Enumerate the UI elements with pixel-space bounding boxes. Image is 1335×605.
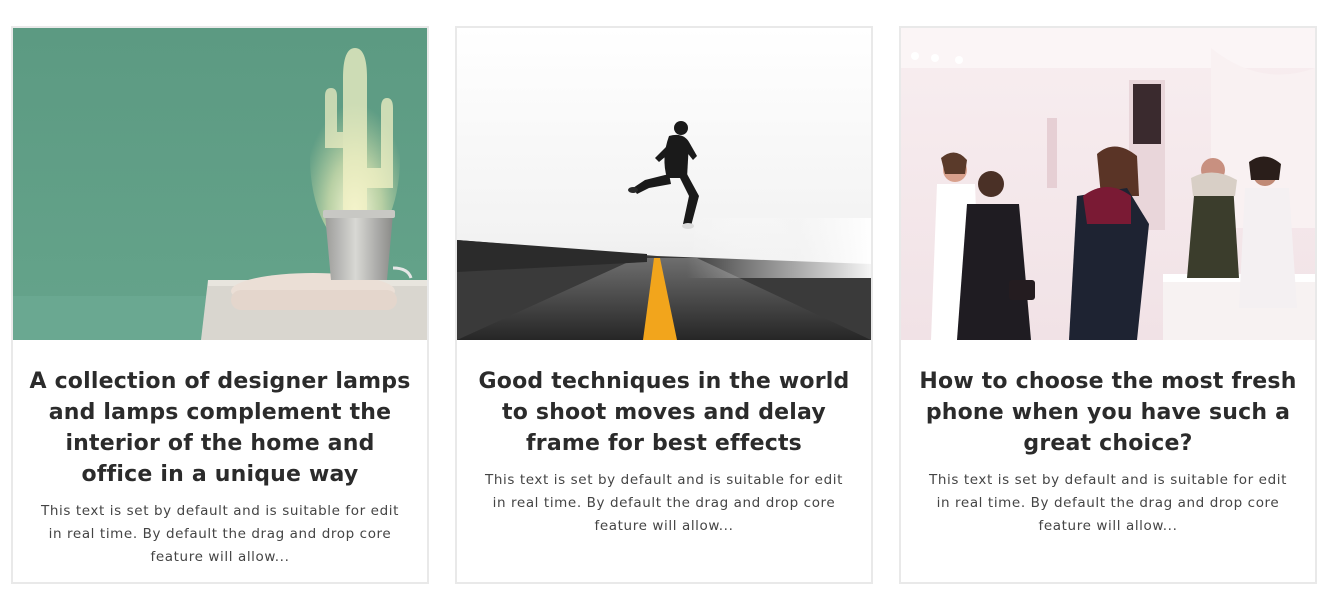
cactus-lamp-illustration	[13, 28, 427, 340]
blog-card[interactable]: How to choose the most fresh phone when …	[899, 26, 1317, 584]
blog-card-grid: A collection of designer lamps and lamps…	[0, 0, 1335, 605]
card-excerpt: This text is set by default and is suita…	[40, 503, 399, 565]
jumping-man-illustration	[457, 28, 871, 340]
card-body: How to choose the most fresh phone when …	[901, 340, 1315, 538]
card-title[interactable]: Good techniques in the world to shoot mo…	[471, 366, 857, 459]
blog-card[interactable]: Good techniques in the world to shoot mo…	[455, 26, 873, 584]
beauty-store-image[interactable]	[901, 28, 1315, 340]
card-excerpt: This text is set by default and is suita…	[928, 472, 1287, 534]
card-title[interactable]: A collection of designer lamps and lamps…	[27, 366, 413, 490]
jumping-man-image[interactable]	[457, 28, 871, 340]
cactus-lamp-image[interactable]	[13, 28, 427, 340]
card-title[interactable]: How to choose the most fresh phone when …	[915, 366, 1301, 459]
blog-card[interactable]: A collection of designer lamps and lamps…	[11, 26, 429, 584]
card-body: A collection of designer lamps and lamps…	[13, 340, 427, 569]
card-body: Good techniques in the world to shoot mo…	[457, 340, 871, 538]
beauty-store-illustration	[901, 28, 1315, 340]
card-excerpt: This text is set by default and is suita…	[484, 472, 843, 534]
